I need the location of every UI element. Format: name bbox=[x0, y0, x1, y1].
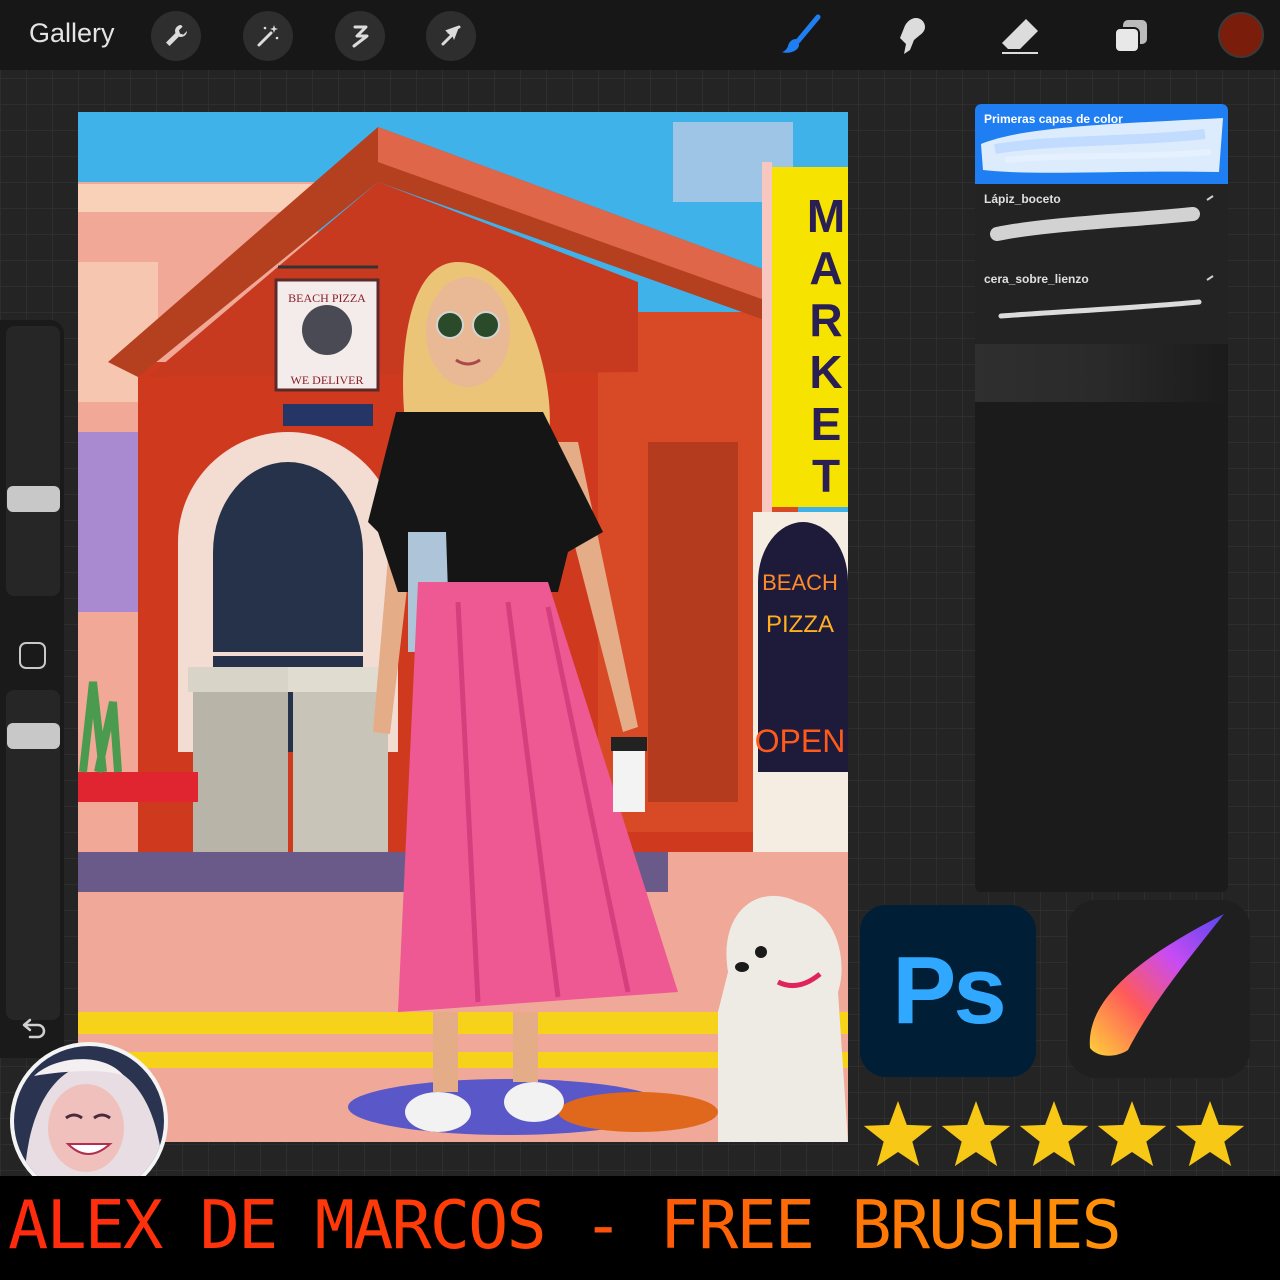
sign-text: BEACH PIZZA bbox=[288, 291, 366, 305]
transform-arrow-icon[interactable] bbox=[426, 11, 476, 61]
brush-name: cera_sobre_lienzo bbox=[984, 272, 1089, 286]
sidebar bbox=[0, 320, 64, 1058]
market-letter-r: R bbox=[809, 294, 842, 346]
neon-open: OPEN bbox=[755, 723, 846, 759]
modify-button[interactable] bbox=[19, 642, 46, 669]
selection-icon[interactable] bbox=[335, 11, 385, 61]
magic-wand-icon[interactable] bbox=[243, 11, 293, 61]
painting: BEACH PIZZA WE DELIVER M A R K E T BEACH… bbox=[78, 112, 848, 1142]
layers-icon[interactable] bbox=[1104, 9, 1158, 63]
brush-size-slider[interactable] bbox=[6, 326, 60, 596]
photoshop-label: Ps bbox=[892, 937, 1006, 1044]
star-icon bbox=[863, 1101, 933, 1167]
current-color-swatch[interactable] bbox=[1218, 12, 1264, 58]
smudge-icon[interactable] bbox=[883, 9, 937, 63]
undo-icon[interactable] bbox=[16, 1013, 50, 1047]
brush-list-empty-row bbox=[975, 344, 1228, 402]
market-letter-m: M bbox=[807, 190, 845, 242]
banner-title: ALEX DE MARCOS - FREE BRUSHES bbox=[8, 1186, 1278, 1264]
top-toolbar: Gallery bbox=[0, 0, 1280, 70]
brush-size-thumb[interactable] bbox=[7, 486, 60, 512]
market-letter-k: K bbox=[809, 346, 842, 398]
title-banner: ALEX DE MARCOS - FREE BRUSHES bbox=[0, 1176, 1280, 1280]
market-letter-e: E bbox=[811, 398, 842, 450]
brush-name: Primeras capas de color bbox=[984, 112, 1123, 126]
star-icon bbox=[1019, 1101, 1089, 1167]
eraser-icon[interactable] bbox=[994, 9, 1048, 63]
canvas-artwork[interactable]: BEACH PIZZA WE DELIVER M A R K E T BEACH… bbox=[78, 112, 848, 1142]
brush-item-cera-sobre-lienzo[interactable]: cera_sobre_lienzo bbox=[975, 264, 1228, 345]
market-letter-t: T bbox=[812, 450, 840, 502]
brush-item-primeras-capas[interactable]: Primeras capas de color bbox=[975, 104, 1228, 184]
star-icon bbox=[1097, 1101, 1167, 1167]
brush-library-panel: Primeras capas de color Lápiz_boceto cer… bbox=[975, 104, 1228, 892]
rating-stars bbox=[863, 1101, 1245, 1167]
opacity-thumb[interactable] bbox=[7, 723, 60, 749]
brush-icon[interactable] bbox=[774, 9, 828, 63]
photoshop-icon: Ps bbox=[860, 905, 1036, 1077]
wrench-icon[interactable] bbox=[151, 11, 201, 61]
neon-beach: BEACH bbox=[762, 570, 838, 595]
neon-pizza: PIZZA bbox=[766, 611, 834, 638]
market-letter-a: A bbox=[809, 242, 842, 294]
gallery-link[interactable]: Gallery bbox=[29, 18, 115, 49]
brush-name: Lápiz_boceto bbox=[984, 192, 1061, 206]
sign-subtext: WE DELIVER bbox=[291, 373, 364, 387]
star-icon bbox=[941, 1101, 1011, 1167]
procreate-icon bbox=[1068, 900, 1250, 1078]
star-icon bbox=[1175, 1101, 1245, 1167]
brush-item-lapiz-boceto[interactable]: Lápiz_boceto bbox=[975, 184, 1228, 265]
